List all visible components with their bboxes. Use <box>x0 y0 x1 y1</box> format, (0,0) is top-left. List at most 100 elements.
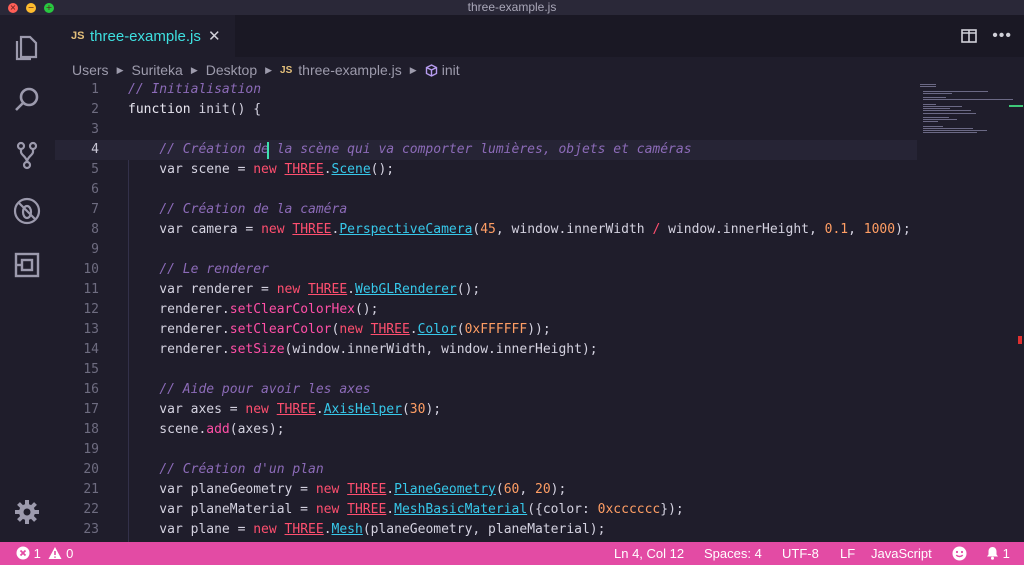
line-number: 1 <box>91 82 99 97</box>
code-text: // Le renderer <box>128 260 269 280</box>
problems-indicator[interactable]: 1 0 <box>16 546 73 561</box>
code-line[interactable]: 8 var camera = new THREE.PerspectiveCame… <box>55 220 917 240</box>
code-line[interactable]: 21 var planeGeometry = new THREE.PlaneGe… <box>55 480 917 500</box>
breadcrumb-item-suriteka[interactable]: Suriteka <box>131 62 182 78</box>
debug-icon[interactable] <box>12 196 42 226</box>
code-token: 60 <box>503 482 520 497</box>
explorer-icon[interactable] <box>12 31 42 61</box>
language-mode[interactable]: JavaScript <box>871 546 932 561</box>
code-text: var planeGeometry = new THREE.PlaneGeome… <box>128 480 566 500</box>
line-number: 21 <box>83 482 99 497</box>
code-token: // Création de la caméra <box>159 202 348 217</box>
cursor-position[interactable]: Ln 4, Col 12 <box>614 546 684 561</box>
code-line[interactable]: 1 // Initialisation <box>55 80 917 100</box>
code-editor[interactable]: 1 // Initialisation 2 function init() { 3 4 /… <box>55 80 917 542</box>
js-file-icon: JS <box>280 64 293 76</box>
code-line[interactable]: 6 <box>55 180 917 200</box>
code-line[interactable]: 3 <box>55 120 917 140</box>
eol-setting[interactable]: LF <box>840 546 855 561</box>
breadcrumb-item-desktop[interactable]: Desktop <box>206 62 257 78</box>
code-line[interactable]: 13 renderer.setClearColor (new THREE.Colo… <box>55 320 917 340</box>
code-token: , <box>848 222 864 237</box>
source-control-icon[interactable] <box>12 140 42 170</box>
breadcrumb-item-file[interactable]: three-example.js <box>298 62 402 78</box>
line-number: 10 <box>83 262 99 277</box>
title-bar: × − + three-example.js <box>0 0 1024 15</box>
code-line[interactable]: 22 var planeMaterial = new THREE.MeshBas… <box>55 500 917 520</box>
code-token: PlaneGeometry <box>394 482 496 497</box>
line-number: 6 <box>91 182 99 197</box>
code-line[interactable]: 23 var plane = new THREE.Mesh(planeGeome… <box>55 520 917 540</box>
breadcrumb-item-users[interactable]: Users <box>72 62 109 78</box>
code-token: renderer. <box>128 322 230 337</box>
code-text: var plane = new THREE.Mesh(planeGeometry… <box>128 520 605 540</box>
code-token: . <box>323 162 332 177</box>
notifications-indicator[interactable]: 1 <box>986 546 1010 561</box>
code-line[interactable]: 17 var axes = new THREE.AxisHelper(30); <box>55 400 917 420</box>
code-line[interactable]: 9 <box>55 240 917 260</box>
text-cursor <box>267 142 269 159</box>
code-token: THREE <box>292 222 332 237</box>
smiley-feedback-icon[interactable] <box>952 546 967 562</box>
chevron-right-icon: ▶ <box>116 64 124 75</box>
settings-gear-icon[interactable] <box>12 497 42 527</box>
encoding-setting[interactable]: UTF-8 <box>782 546 819 561</box>
more-actions-icon[interactable]: ••• <box>992 27 1012 45</box>
code-token: scene. <box>128 422 207 437</box>
code-line[interactable]: 18 scene.add(axes); <box>55 420 917 440</box>
code-line[interactable]: 10 // Le renderer <box>55 260 917 280</box>
code-token: , <box>519 482 536 497</box>
warning-count: 0 <box>66 546 74 561</box>
code-line[interactable]: 11 var renderer = new THREE.WebGLRendere… <box>55 280 917 300</box>
tab-label: three-example.js <box>90 28 201 45</box>
code-line[interactable]: 14 renderer.setSize(window.innerWidth, w… <box>55 340 917 360</box>
code-token: ({color: <box>527 502 598 517</box>
code-token: . <box>386 482 395 497</box>
indentation-setting[interactable]: Spaces: 4 <box>704 546 762 561</box>
code-token: ); <box>425 402 442 417</box>
breadcrumb-item-symbol[interactable]: init <box>442 62 460 78</box>
code-line[interactable]: 12 renderer.setClearColorHex(); <box>55 300 917 320</box>
code-token: new <box>315 482 348 497</box>
code-line[interactable]: 16 // Aide pour avoir les axes <box>55 380 917 400</box>
close-tab-icon[interactable]: ✕ <box>208 27 221 45</box>
code-text: renderer.setClearColor(new THREE.Color(0… <box>128 320 550 340</box>
code-token: . <box>347 282 355 297</box>
code-token: . <box>315 402 324 417</box>
code-token: (); <box>370 162 395 177</box>
code-line[interactable]: 5 var scene = new THREE.Scene(); <box>55 160 917 180</box>
line-number: 8 <box>91 222 99 237</box>
code-token: // Création d'un plan <box>159 462 324 477</box>
code-line[interactable]: 7 // Création de la caméra <box>55 200 917 220</box>
code-line[interactable]: 20 // Création d'un plan <box>55 460 917 480</box>
code-token: function <box>128 102 199 117</box>
error-icon <box>16 546 30 560</box>
code-token: 1000 <box>863 222 896 237</box>
split-editor-icon[interactable] <box>961 29 977 43</box>
minimap[interactable] <box>917 80 1024 542</box>
code-line[interactable]: 2 function init() { <box>55 100 917 120</box>
tab-bar: JS three-example.js ✕ ••• <box>55 15 1024 57</box>
minimap-line <box>923 130 987 132</box>
code-line[interactable]: 19 <box>55 440 917 460</box>
minimap-line <box>923 92 952 94</box>
line-number: 3 <box>91 122 99 137</box>
minimap-line <box>923 97 946 99</box>
minimap-line <box>923 132 978 134</box>
code-line[interactable]: 15 <box>55 360 917 380</box>
code-token: ); <box>550 482 567 497</box>
code-line[interactable]: 4 // Création de la scène qui va comport… <box>55 140 917 160</box>
code-token: 30 <box>409 402 426 417</box>
search-icon[interactable] <box>12 85 42 115</box>
code-token: ( <box>495 482 504 497</box>
extensions-icon[interactable] <box>12 250 42 280</box>
code-token: (window.innerWidth, window.innerHeight); <box>284 342 598 357</box>
code-text: var scene = new THREE.Scene(); <box>128 160 394 180</box>
tab-three-example[interactable]: JS three-example.js ✕ <box>55 15 235 57</box>
code-token: window.innerHeight, <box>660 222 825 237</box>
code-token: ); <box>895 222 911 237</box>
